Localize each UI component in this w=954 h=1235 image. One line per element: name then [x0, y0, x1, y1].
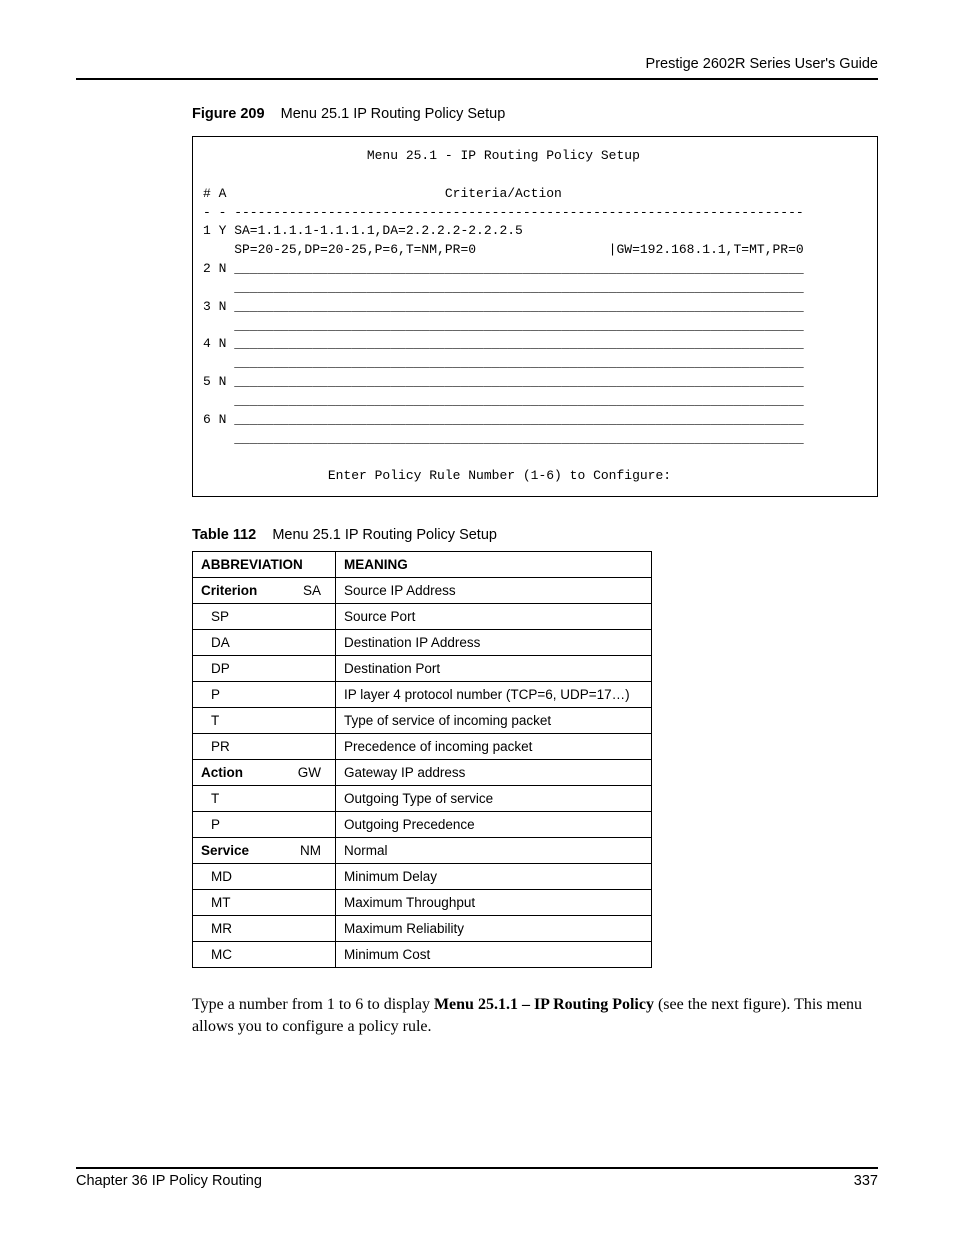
table-row: SPSource Port: [193, 604, 652, 630]
table-row: ActionGWGateway IP address: [193, 760, 652, 786]
table-cell-abbr: MD: [193, 864, 336, 890]
table-row: TType of service of incoming packet: [193, 708, 652, 734]
para-bold: Menu 25.1.1 – IP Routing Policy: [434, 996, 654, 1013]
table-cell-abbr: DA: [193, 630, 336, 656]
table-cell-meaning: Minimum Delay: [336, 864, 652, 890]
page-footer: Chapter 36 IP Policy Routing 337: [76, 1167, 878, 1189]
table-row: ServiceNMNormal: [193, 838, 652, 864]
table-cell-abbr: ActionGW: [193, 760, 336, 786]
table-cell-meaning: Gateway IP address: [336, 760, 652, 786]
table-cell-abbr: DP: [193, 656, 336, 682]
guide-title: Prestige 2602R Series User's Guide: [646, 56, 878, 72]
table-cell-meaning: Precedence of incoming packet: [336, 734, 652, 760]
table-header-abbr: ABBREVIATION: [193, 552, 336, 578]
table-cell-meaning: IP layer 4 protocol number (TCP=6, UDP=1…: [336, 682, 652, 708]
table-cell-meaning: Minimum Cost: [336, 942, 652, 968]
table-cell-meaning: Destination IP Address: [336, 630, 652, 656]
table-cell-meaning: Outgoing Type of service: [336, 786, 652, 812]
table-cell-abbr: MR: [193, 916, 336, 942]
footer-chapter: Chapter 36 IP Policy Routing: [76, 1173, 262, 1189]
figure-caption: Menu 25.1 IP Routing Policy Setup: [281, 106, 506, 122]
table-cell-meaning: Source Port: [336, 604, 652, 630]
table-cell-meaning: Destination Port: [336, 656, 652, 682]
figure-label: Figure 209: [192, 106, 265, 122]
table-cell-meaning: Outgoing Precedence: [336, 812, 652, 838]
para-pre: Type a number from 1 to 6 to display: [192, 996, 434, 1013]
table-row: POutgoing Precedence: [193, 812, 652, 838]
header-rule: [76, 78, 878, 80]
table-cell-meaning: Normal: [336, 838, 652, 864]
table-cell-abbr: ServiceNM: [193, 838, 336, 864]
table-row: TOutgoing Type of service: [193, 786, 652, 812]
document-page: Prestige 2602R Series User's Guide Figur…: [0, 0, 954, 1235]
body-paragraph: Type a number from 1 to 6 to display Men…: [192, 994, 878, 1037]
table-row: PRPrecedence of incoming packet: [193, 734, 652, 760]
footer-rule: [76, 1167, 878, 1169]
figure-caption-row: Figure 209 Menu 25.1 IP Routing Policy S…: [192, 106, 878, 1037]
table-row: MRMaximum Reliability: [193, 916, 652, 942]
table-caption: Menu 25.1 IP Routing Policy Setup: [272, 527, 497, 543]
table-cell-abbr: MT: [193, 890, 336, 916]
terminal-box: Menu 25.1 - IP Routing Policy Setup # A …: [192, 136, 878, 497]
table-row: DPDestination Port: [193, 656, 652, 682]
table-cell-abbr: MC: [193, 942, 336, 968]
table-cell-meaning: Type of service of incoming packet: [336, 708, 652, 734]
table-row: MCMinimum Cost: [193, 942, 652, 968]
page-header: Prestige 2602R Series User's Guide: [76, 56, 878, 78]
footer-page-number: 337: [854, 1173, 878, 1189]
table-cell-abbr: PR: [193, 734, 336, 760]
table-label: Table 112: [192, 527, 256, 543]
table-row: PIP layer 4 protocol number (TCP=6, UDP=…: [193, 682, 652, 708]
table-cell-abbr: T: [193, 708, 336, 734]
table-cell-meaning: Maximum Reliability: [336, 916, 652, 942]
table-cell-abbr: P: [193, 812, 336, 838]
table-row: DADestination IP Address: [193, 630, 652, 656]
abbreviation-table: ABBREVIATION MEANING CriterionSASource I…: [192, 551, 652, 968]
table-cell-meaning: Source IP Address: [336, 578, 652, 604]
table-header-meaning: MEANING: [336, 552, 652, 578]
table-row: MTMaximum Throughput: [193, 890, 652, 916]
table-cell-abbr: T: [193, 786, 336, 812]
table-row: CriterionSASource IP Address: [193, 578, 652, 604]
table-cell-abbr: SP: [193, 604, 336, 630]
table-row: MDMinimum Delay: [193, 864, 652, 890]
table-cell-abbr: CriterionSA: [193, 578, 336, 604]
table-cell-meaning: Maximum Throughput: [336, 890, 652, 916]
table-cell-abbr: P: [193, 682, 336, 708]
